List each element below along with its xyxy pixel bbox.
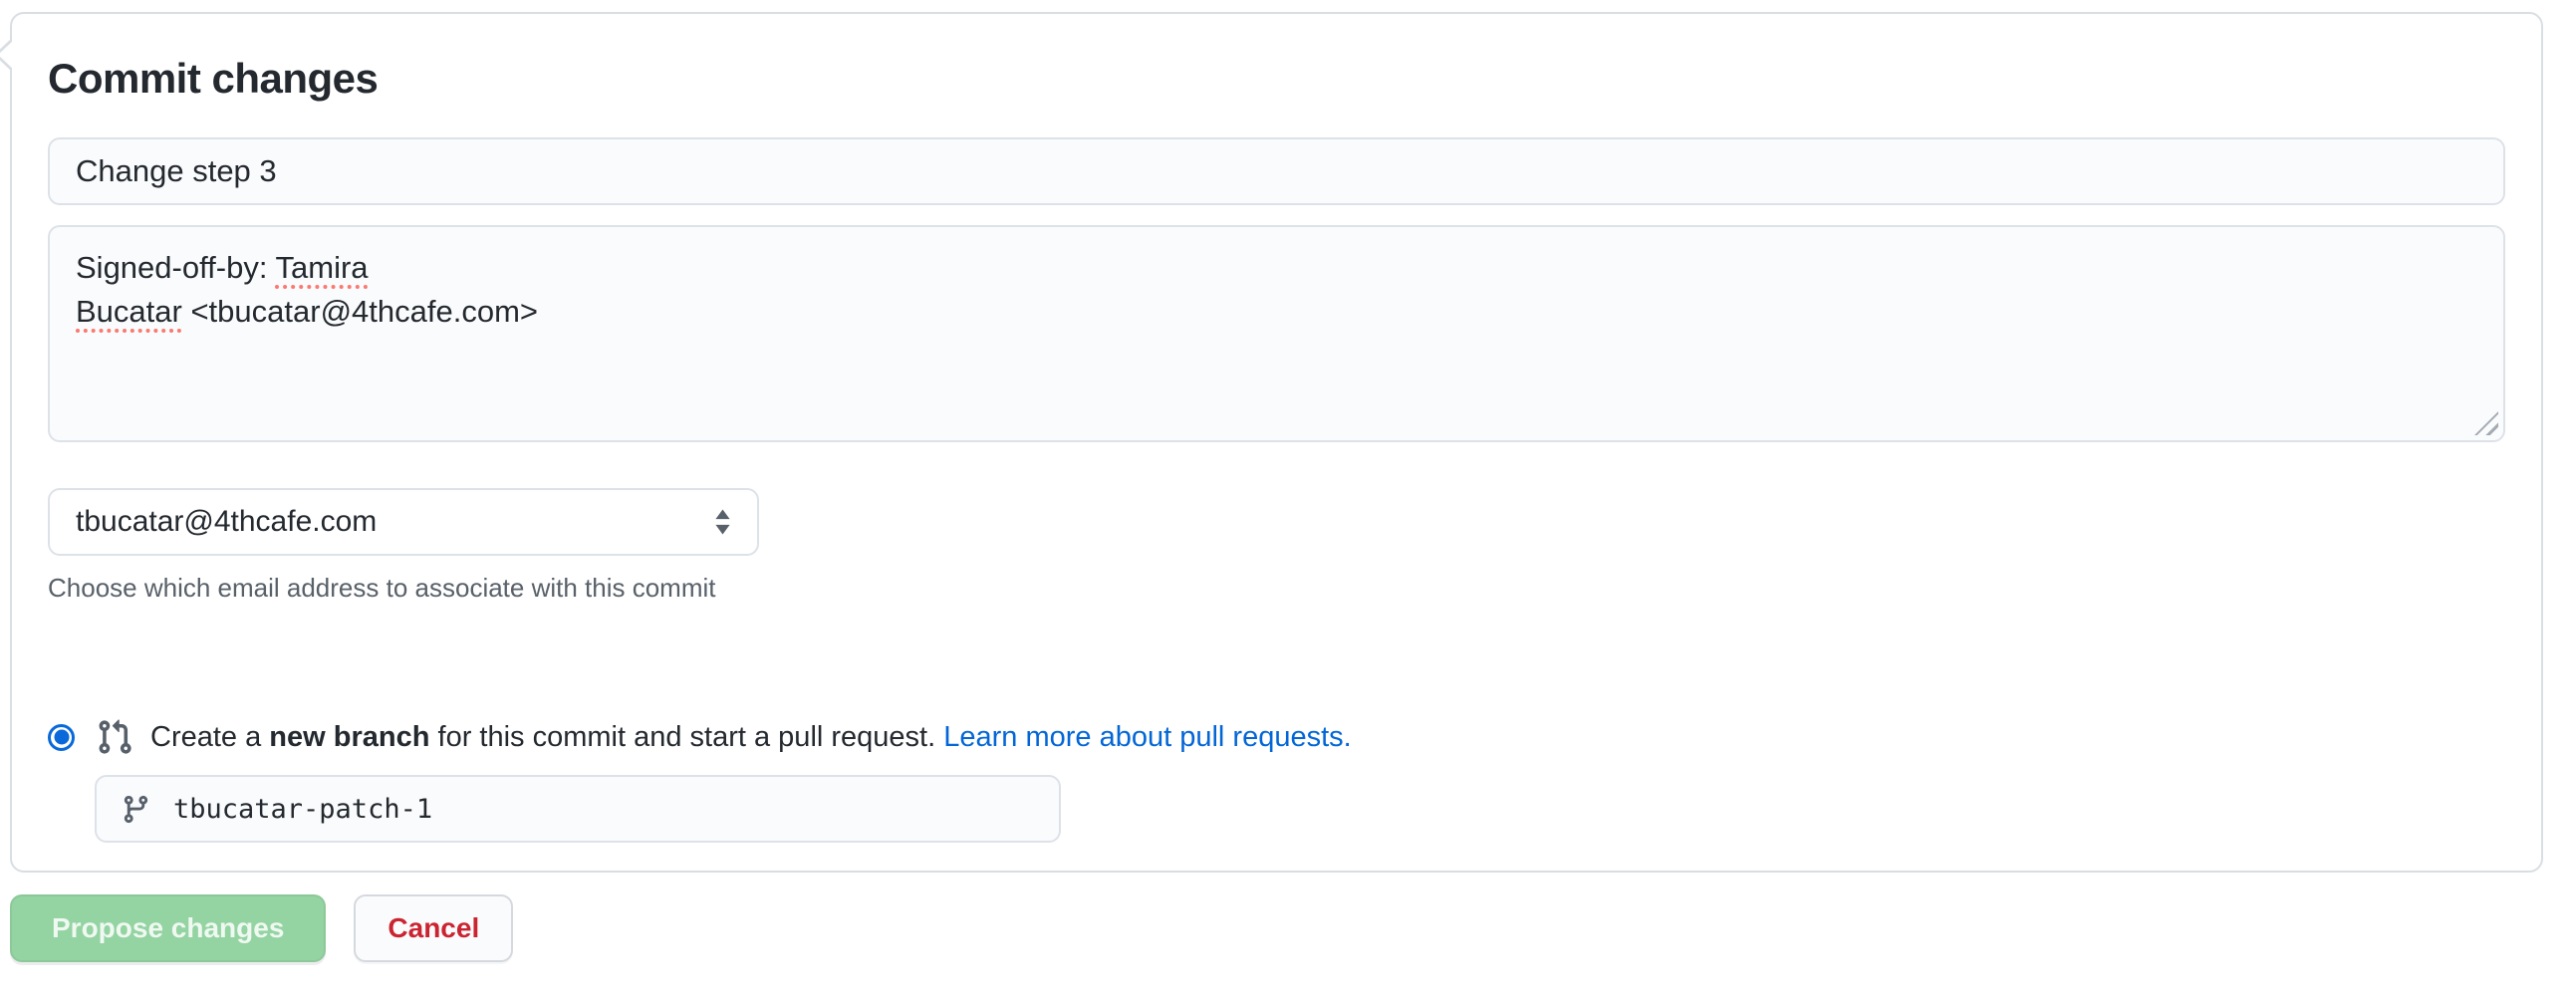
email-helper-text: Choose which email address to associate … [48,572,2505,604]
git-branch-icon [121,794,151,825]
cancel-button[interactable]: Cancel [354,894,513,962]
new-branch-option-label: Create a new branch for this commit and … [150,717,1352,757]
propose-changes-button[interactable]: Propose changes [10,894,326,962]
git-pull-request-icon [96,718,133,756]
new-branch-bold: new branch [269,721,429,753]
textarea-resize-handle[interactable] [2474,411,2498,435]
commit-changes-panel: Commit changes Signed-off-by: Tamira Buc… [10,12,2543,873]
up-down-arrows-icon [714,507,731,537]
commit-message-input[interactable] [48,137,2505,205]
description-text: <tbucatar@4thcafe.com> [182,294,538,329]
branch-name-input[interactable] [171,793,1035,826]
branch-name-field[interactable] [95,775,1061,843]
email-select[interactable]: tbucatar@4thcafe.com [48,488,759,556]
new-branch-radio[interactable] [48,724,75,751]
commit-description-textarea[interactable]: Signed-off-by: Tamira Bucatar <tbucatar@… [48,225,2505,442]
form-actions: Propose changes Cancel [10,894,2576,962]
email-select-value: tbucatar@4thcafe.com [76,505,377,539]
page-title: Commit changes [48,56,2505,102]
description-text: Signed-off-by: [76,250,276,285]
learn-more-link[interactable]: Learn more about pull requests. [943,721,1351,753]
new-branch-option-row: Create a new branch for this commit and … [48,715,2505,759]
misspelled-word: Bucatar [76,294,182,329]
misspelled-word: Tamira [276,250,369,285]
